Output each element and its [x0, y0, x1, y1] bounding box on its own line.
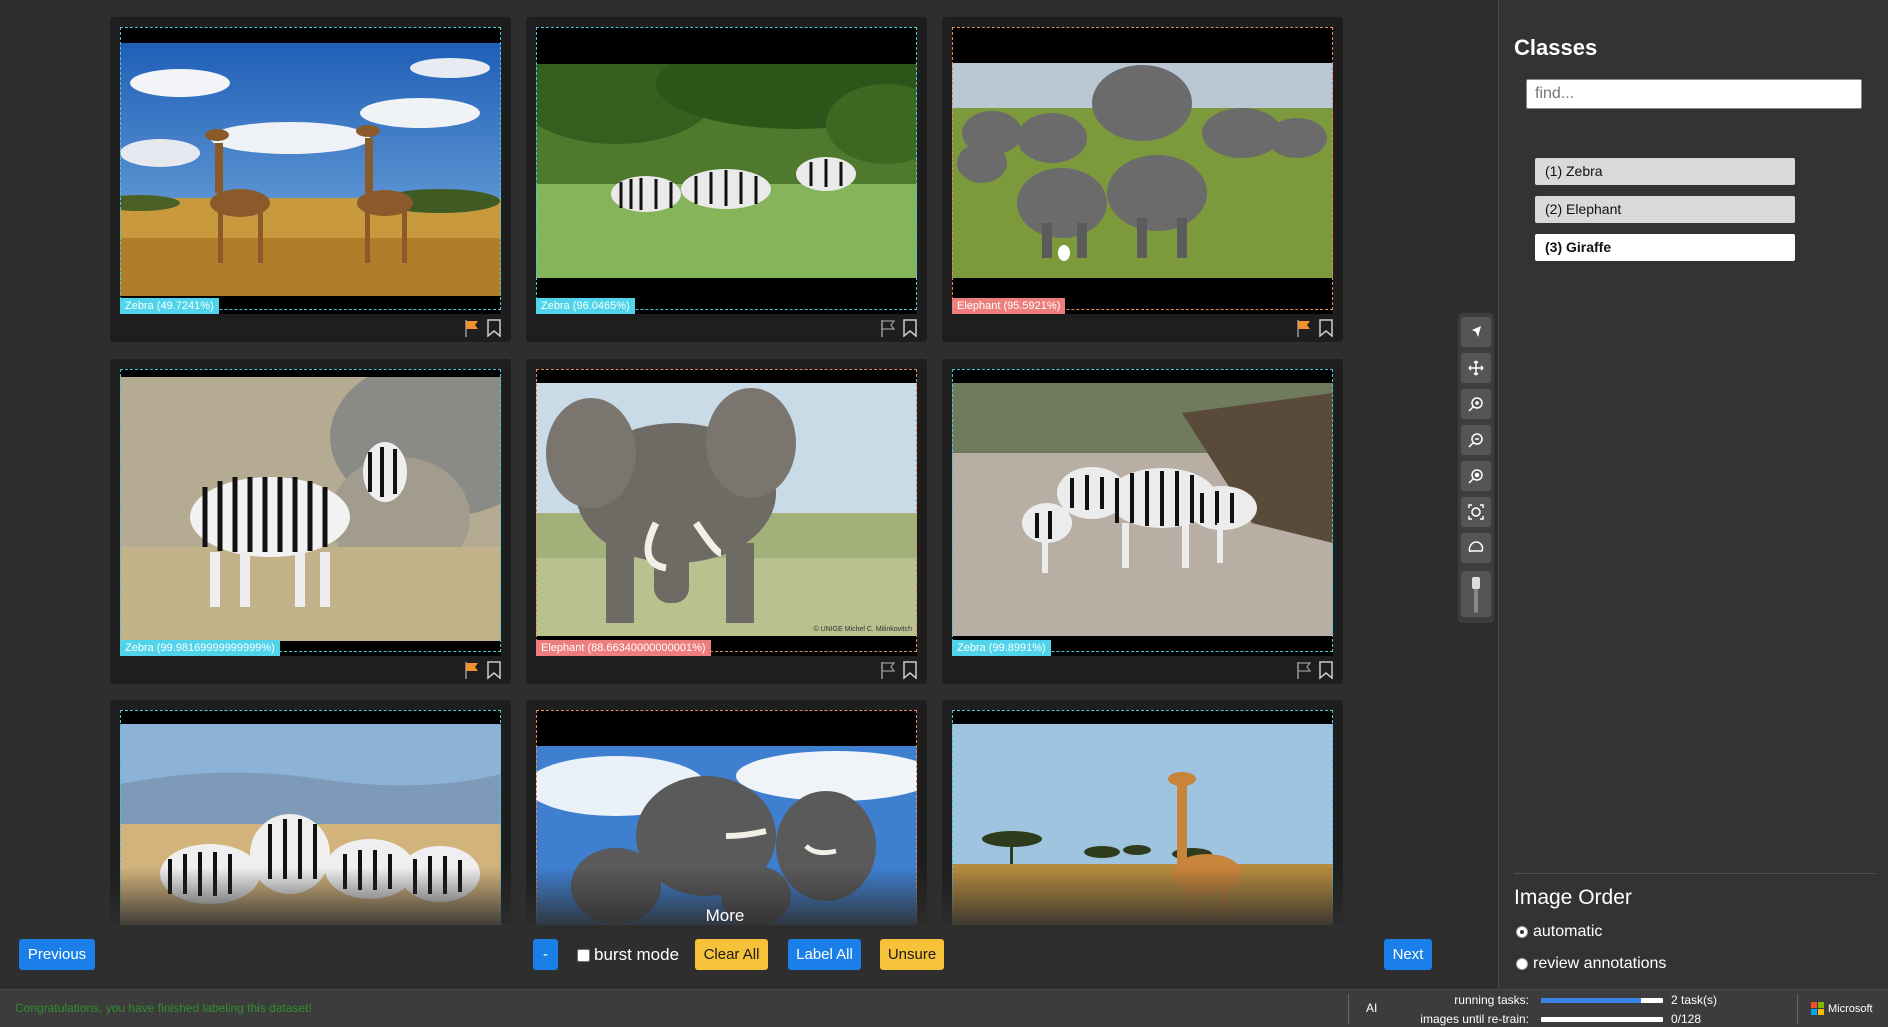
image-card[interactable]: Elephant (95.5921%) [942, 17, 1343, 342]
image-elephant-herd [952, 63, 1333, 278]
image-frame[interactable]: © UNIGE Michel C. Milinkovitch Elephant … [536, 369, 917, 656]
class-item-zebra[interactable]: (1) Zebra [1535, 158, 1795, 185]
retrain-label: images until re-train: [1420, 1012, 1529, 1026]
flag-icon[interactable] [879, 660, 897, 680]
class-search-input[interactable] [1526, 79, 1862, 109]
photo-watermark: © UNIGE Michel C. Milinkovitch [813, 625, 912, 633]
prediction-label: Zebra (99.8991%) [952, 640, 1051, 656]
image-zebras-grass [536, 64, 917, 278]
image-zebras-sand [952, 383, 1333, 636]
brand-label: Microsoft [1828, 1002, 1873, 1015]
bookmark-icon[interactable] [485, 660, 503, 680]
image-card[interactable]: Zebra (49.7241%) [110, 17, 511, 342]
prediction-label: Elephant (95.5921%) [952, 298, 1066, 314]
radio-icon[interactable] [1516, 958, 1528, 970]
running-tasks-label: running tasks: [1454, 993, 1529, 1007]
class-item-giraffe[interactable]: (3) Giraffe [1535, 234, 1795, 261]
status-message: Congratulations, you have finished label… [15, 1001, 312, 1015]
image-card[interactable]: © UNIGE Michel C. Milinkovitch Elephant … [526, 359, 927, 684]
class-item-elephant[interactable]: (2) Elephant [1535, 196, 1795, 223]
prediction-label: Zebra (49.7241%) [120, 298, 219, 314]
unsure-button[interactable]: Unsure [880, 939, 944, 970]
bookmark-icon[interactable] [901, 318, 919, 338]
bookmark-icon[interactable] [1317, 318, 1335, 338]
radio-selected-icon[interactable] [1516, 926, 1528, 938]
running-tasks-progress [1541, 998, 1663, 1003]
move-icon[interactable] [1461, 353, 1491, 383]
image-card[interactable]: Zebra (99.8991%) [942, 359, 1343, 684]
image-frame[interactable]: Zebra (99.98169999999999%) [120, 369, 501, 656]
status-bar: Congratulations, you have finished label… [0, 989, 1888, 1027]
image-grid: Zebra (49.7241%) Zebra (96.0465%) Elepha… [110, 17, 1343, 925]
bookmark-icon[interactable] [901, 660, 919, 680]
image-order-title: Image Order [1514, 886, 1632, 909]
brush-size-slider[interactable] [1461, 571, 1491, 617]
image-giraffes [120, 43, 501, 296]
image-frame[interactable]: Elephant (95.5921%) [952, 27, 1333, 314]
zoom-in-icon[interactable] [1461, 389, 1491, 419]
tool-palette [1458, 313, 1494, 623]
bookmark-icon[interactable] [1317, 660, 1335, 680]
select-arrow-icon[interactable] [1461, 317, 1491, 347]
retrain-value: 0/128 [1671, 1012, 1702, 1026]
zoom-fit-icon[interactable] [1461, 497, 1491, 527]
image-frame[interactable]: Zebra (49.7241%) [120, 27, 501, 314]
divider [1797, 994, 1798, 1024]
running-tasks-value: 2 task(s) [1671, 993, 1718, 1007]
flag-icon[interactable] [463, 318, 481, 338]
image-card[interactable]: Zebra (99.98169999999999%) [110, 359, 511, 684]
zoom-out-icon[interactable] [1461, 425, 1491, 455]
bookmark-icon[interactable] [485, 318, 503, 338]
classes-title: Classes [1514, 35, 1598, 60]
divider [1514, 873, 1876, 874]
zoom-reset-icon[interactable] [1461, 461, 1491, 491]
order-option-automatic[interactable]: automatic [1516, 923, 1602, 941]
label-all-button[interactable]: Label All [788, 939, 861, 970]
clear-all-button[interactable]: Clear All [695, 939, 768, 970]
prediction-label: Zebra (96.0465%) [536, 298, 635, 314]
burst-mode-toggle[interactable]: burst mode [577, 944, 679, 966]
image-frame[interactable]: Zebra (99.8991%) [952, 369, 1333, 656]
burst-mode-label: burst mode [594, 945, 680, 964]
previous-button[interactable]: Previous [19, 939, 95, 970]
more-link[interactable]: More [690, 906, 760, 926]
retrain-progress [1541, 1017, 1663, 1022]
flag-icon[interactable] [879, 318, 897, 338]
flag-icon[interactable] [1295, 318, 1313, 338]
order-option-label: automatic [1533, 923, 1603, 940]
prediction-label: Zebra (99.98169999999999%) [120, 640, 280, 656]
classes-panel: Classes (1) Zebra (2) Elephant (3) Giraf… [1498, 0, 1888, 989]
image-zebra-side [120, 377, 501, 641]
divider [1348, 994, 1349, 1024]
minus-button[interactable]: - [533, 939, 558, 970]
lasso-icon[interactable] [1461, 533, 1491, 563]
order-option-label: review annotations [1533, 955, 1667, 972]
microsoft-icon [1811, 1002, 1824, 1015]
microsoft-logo: Microsoft [1811, 1002, 1873, 1015]
image-card[interactable]: Zebra (96.0465%) [526, 17, 927, 342]
image-frame[interactable]: Zebra (96.0465%) [536, 27, 917, 314]
burst-mode-checkbox[interactable] [577, 948, 590, 962]
prediction-label: Elephant (88.66340000000001%) [536, 640, 711, 656]
flag-icon[interactable] [1295, 660, 1313, 680]
flag-icon[interactable] [463, 660, 481, 680]
order-option-review[interactable]: review annotations [1516, 955, 1666, 973]
image-elephant-single: © UNIGE Michel C. Milinkovitch [536, 383, 917, 636]
next-button[interactable]: Next [1384, 939, 1432, 970]
